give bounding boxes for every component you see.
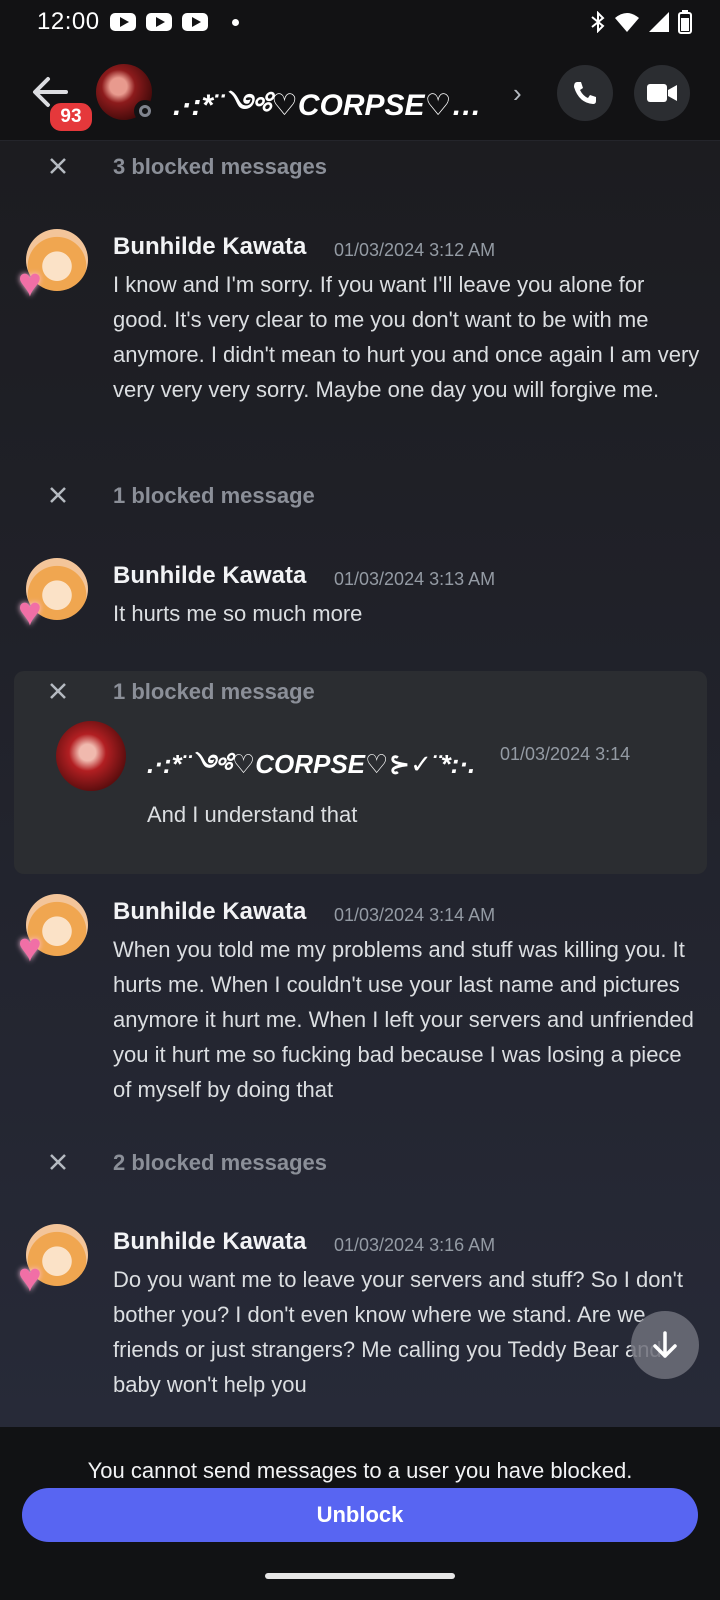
blocked-messages-label: 2 blocked messages	[113, 1150, 328, 1175]
blocked-messages-row[interactable]: 1 blocked message	[0, 475, 720, 515]
unblock-button[interactable]: Unblock	[22, 1488, 698, 1542]
offline-status-icon	[134, 100, 156, 122]
blocked-messages-label: 1 blocked message	[113, 483, 315, 508]
message-text: It hurts me so much more	[113, 601, 363, 626]
more-notifications-dot-icon	[231, 18, 239, 26]
wifi-icon	[615, 13, 639, 32]
message-text: When you told me my problems and stuff w…	[113, 937, 694, 1102]
author-name[interactable]: Bunhilde Kawata	[113, 898, 306, 926]
youtube-notification-icon	[109, 13, 136, 31]
video-call-button[interactable]	[634, 65, 690, 121]
chevron-right-icon[interactable]: ›	[513, 78, 522, 109]
author-name[interactable]: .·:*¨༺♡CORPSE♡⊱✓¨*:·.	[147, 736, 475, 809]
author-name[interactable]: Bunhilde Kawata	[113, 1228, 306, 1256]
gesture-navigation-bar[interactable]	[265, 1573, 455, 1579]
bluetooth-icon	[591, 11, 605, 33]
dm-header: 93 .·:*¨༺♡CORPSE♡… ›	[0, 44, 720, 141]
blocked-messages-label: 3 blocked messages	[113, 154, 328, 179]
message-timestamp: 01/03/2024 3:13 AM	[334, 569, 496, 589]
arrow-down-icon	[653, 1331, 677, 1358]
close-icon[interactable]	[47, 484, 69, 506]
avatar[interactable]: ♥	[18, 229, 94, 305]
status-time: 12:00	[37, 8, 100, 35]
blocked-user-footer: You cannot send messages to a user you h…	[0, 1427, 720, 1600]
avatar[interactable]	[56, 721, 126, 791]
message-text: And I understand that	[147, 802, 358, 827]
status-bar: 12:00	[0, 0, 720, 44]
blocked-messages-row[interactable]: 2 blocked messages	[0, 1142, 720, 1182]
youtube-notification-icon	[145, 13, 172, 31]
signal-icon	[649, 12, 669, 32]
video-camera-icon	[647, 84, 677, 102]
author-name[interactable]: Bunhilde Kawata	[113, 233, 306, 261]
blocked-notice: You cannot send messages to a user you h…	[87, 1458, 633, 1483]
voice-call-button[interactable]	[557, 65, 613, 121]
close-icon[interactable]	[47, 1151, 69, 1173]
unread-badge: 93	[47, 100, 95, 134]
message-list[interactable]: 3 blocked messages ♥ Bunhilde Kawata 01/…	[0, 141, 720, 1427]
close-icon[interactable]	[47, 155, 69, 177]
message-text: I know and I'm sorry. If you want I'll l…	[113, 272, 700, 402]
message-text: Do you want me to leave your servers and…	[113, 1267, 683, 1397]
blocked-messages-label: 1 blocked message	[113, 679, 315, 704]
avatar[interactable]: ♥	[18, 558, 94, 634]
message-timestamp: 01/03/2024 3:14	[500, 744, 631, 764]
battery-icon	[678, 10, 692, 34]
youtube-notification-icon	[181, 13, 208, 31]
author-name[interactable]: Bunhilde Kawata	[113, 562, 306, 590]
message-timestamp: 01/03/2024 3:14 AM	[334, 905, 496, 925]
avatar[interactable]: ♥	[18, 1224, 94, 1300]
message-timestamp: 01/03/2024 3:12 AM	[334, 240, 496, 260]
close-icon[interactable]	[47, 680, 69, 702]
blocked-messages-row[interactable]: 3 blocked messages	[0, 146, 720, 186]
blocked-messages-row[interactable]: 1 blocked message	[0, 671, 720, 711]
avatar[interactable]: ♥	[18, 894, 94, 970]
phone-icon	[574, 82, 596, 104]
system-icons	[590, 10, 692, 34]
jump-to-bottom-button[interactable]	[631, 1311, 699, 1379]
message-timestamp: 01/03/2024 3:16 AM	[334, 1235, 496, 1255]
